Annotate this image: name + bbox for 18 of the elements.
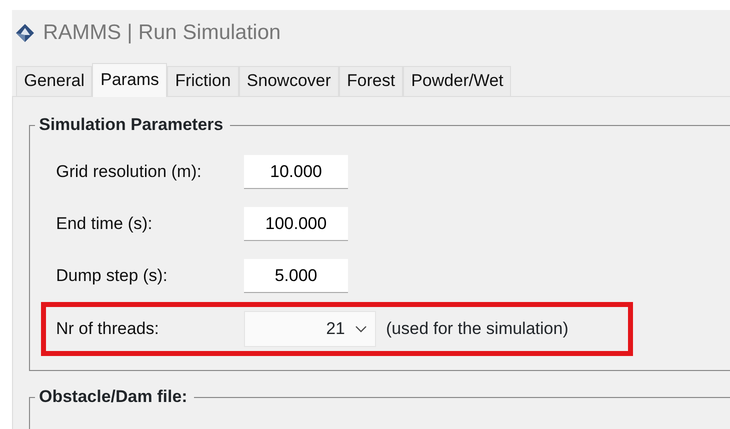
field-label: Grid resolution (m): bbox=[56, 161, 202, 184]
input-field[interactable]: 100.000 bbox=[244, 207, 348, 241]
field-label: Dump step (s): bbox=[56, 265, 168, 288]
tab[interactable]: Forest bbox=[338, 66, 404, 96]
app-logo-icon bbox=[15, 23, 35, 43]
tab[interactable]: General bbox=[16, 66, 92, 96]
tab[interactable]: Snowcover bbox=[238, 66, 339, 96]
hint-text: (used for the simulation) bbox=[386, 318, 568, 340]
dropdown[interactable]: 21 bbox=[244, 311, 376, 347]
tab[interactable]: Params bbox=[92, 62, 168, 97]
input-field[interactable]: 10.000 bbox=[244, 155, 348, 189]
tab[interactable]: Powder/Wet bbox=[403, 66, 512, 96]
field-label: Nr of threads: bbox=[56, 318, 160, 340]
tab[interactable]: Friction bbox=[167, 66, 239, 96]
chevron-down-icon bbox=[355, 325, 367, 333]
window-title: RAMMS | Run Simulation bbox=[43, 20, 281, 46]
field-label: End time (s): bbox=[56, 213, 154, 236]
input-field[interactable]: 5.000 bbox=[244, 259, 348, 293]
